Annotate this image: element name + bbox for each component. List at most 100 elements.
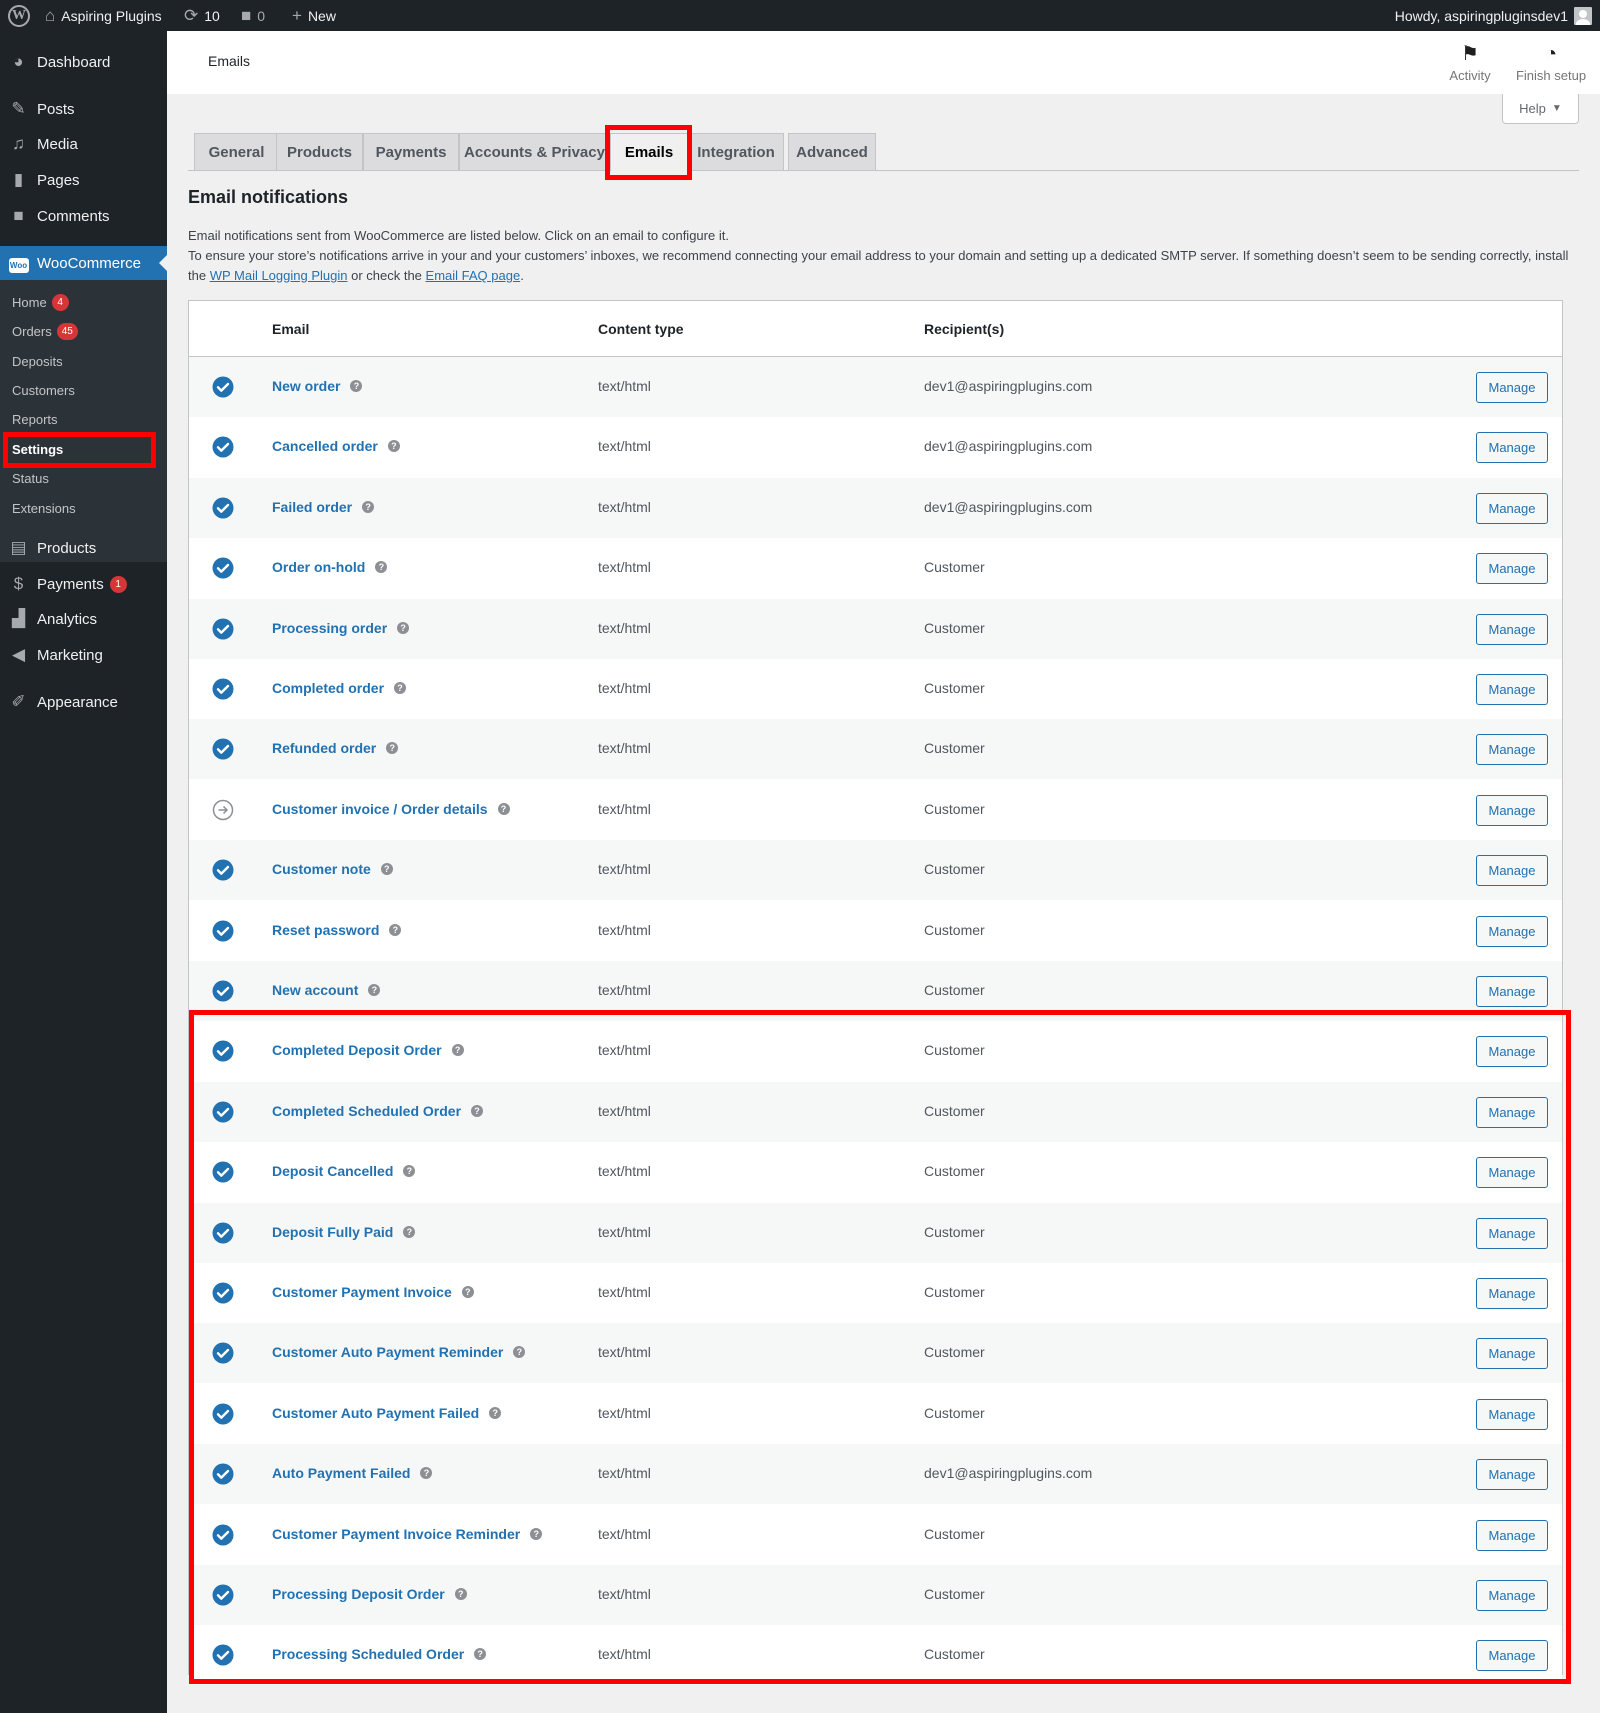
manage-button[interactable]: Manage (1476, 734, 1548, 766)
menu-posts[interactable]: ✎ Posts (0, 92, 167, 126)
tab-products[interactable]: Products (276, 133, 363, 171)
comments-link[interactable]: ■ 0 (241, 0, 265, 31)
submenu-settings[interactable]: Settings (12, 437, 63, 461)
email-name-link[interactable]: Processing order? (272, 620, 410, 636)
help-tip-icon[interactable]: ? (403, 1165, 416, 1178)
menu-analytics[interactable]: ▟ Analytics (0, 602, 167, 636)
manage-button[interactable]: Manage (1476, 674, 1548, 705)
help-tip-icon[interactable]: ? (513, 1346, 526, 1359)
help-tip-icon[interactable]: ? (489, 1406, 502, 1419)
manage-button[interactable]: Manage (1476, 1217, 1548, 1249)
email-name-link[interactable]: Order on-hold? (272, 559, 388, 575)
email-name-link[interactable]: Customer note? (272, 861, 393, 877)
menu-appearance[interactable]: ✐ Appearance (0, 685, 167, 719)
manage-button[interactable]: Manage (1476, 372, 1548, 403)
menu-marketing[interactable]: ◀ Marketing (0, 638, 167, 672)
submenu-deposits[interactable]: Deposits (12, 349, 63, 373)
help-tip-icon[interactable]: ? (368, 984, 381, 996)
email-name-link[interactable]: Deposit Fully Paid? (272, 1224, 416, 1240)
manage-button[interactable]: Manage (1476, 855, 1548, 887)
activity-button[interactable]: ⚑ Activity (1432, 39, 1508, 87)
manage-button[interactable]: Manage (1476, 976, 1548, 1007)
manage-button[interactable]: Manage (1476, 1519, 1548, 1551)
help-tip-icon[interactable]: ? (389, 923, 402, 936)
help-tip-icon[interactable]: ? (394, 682, 407, 694)
tab-emails[interactable]: Emails (610, 133, 688, 172)
email-name-link[interactable]: Completed Deposit Order? (272, 1042, 464, 1058)
finish-setup-button[interactable]: ◔ Finish setup (1513, 39, 1589, 87)
new-content-link[interactable]: + New (292, 0, 336, 31)
menu-comments[interactable]: ■ Comments (0, 199, 167, 233)
help-tip-icon[interactable]: ? (375, 561, 388, 574)
tab-payments[interactable]: Payments (363, 133, 459, 171)
help-tip-icon[interactable]: ? (497, 802, 510, 815)
help-tip-icon[interactable]: ? (451, 1044, 464, 1057)
email-name-link[interactable]: Completed Scheduled Order? (272, 1103, 484, 1119)
email-name-link[interactable]: Customer Payment Invoice Reminder? (272, 1526, 543, 1542)
manage-button[interactable]: Manage (1476, 1459, 1548, 1491)
help-tip-icon[interactable]: ? (386, 742, 399, 755)
manage-button[interactable]: Manage (1476, 1278, 1548, 1309)
my-account-link[interactable]: Howdy, aspiringpluginsdev1 (1395, 0, 1592, 31)
email-name-link[interactable]: Customer Payment Invoice? (272, 1284, 474, 1300)
submenu-reports[interactable]: Reports (12, 407, 58, 431)
email-name-link[interactable]: Customer invoice / Order details? (272, 801, 510, 817)
email-name-link[interactable]: Completed order? (272, 680, 407, 696)
email-name-link[interactable]: New order? (272, 378, 363, 394)
manage-button[interactable]: Manage (1476, 1580, 1548, 1611)
manage-button[interactable]: Manage (1476, 1640, 1548, 1672)
help-tip-icon[interactable]: ? (420, 1467, 433, 1480)
email-name-link[interactable]: Customer Auto Payment Failed? (272, 1405, 502, 1421)
manage-button[interactable]: Manage (1476, 613, 1548, 645)
help-tip-icon[interactable]: ? (474, 1648, 487, 1661)
manage-button[interactable]: Manage (1476, 1036, 1548, 1068)
wordpress-logo-icon[interactable]: W (8, 0, 30, 31)
site-name-link[interactable]: ⌂ Aspiring Plugins (45, 0, 162, 31)
updates-link[interactable]: ⟳ 10 (184, 0, 220, 31)
help-tip-icon[interactable]: ? (461, 1286, 474, 1298)
help-button[interactable]: Help ▼ (1502, 94, 1579, 124)
manage-button[interactable]: Manage (1476, 492, 1548, 524)
tab-integration[interactable]: Integration (688, 133, 784, 171)
tab-general[interactable]: General (194, 133, 279, 171)
manage-button[interactable]: Manage (1476, 1338, 1548, 1370)
menu-products[interactable]: ▤ Products (0, 531, 167, 565)
help-tip-icon[interactable]: ? (403, 1225, 416, 1238)
help-tip-icon[interactable]: ? (350, 380, 363, 392)
menu-dashboard[interactable]: ◕ Dashboard (0, 45, 167, 79)
help-tip-icon[interactable]: ? (530, 1527, 543, 1540)
menu-woocommerce[interactable]: Woo WooCommerce (0, 246, 167, 280)
submenu-orders[interactable]: Orders 45 (12, 319, 78, 343)
manage-button[interactable]: Manage (1476, 1157, 1548, 1189)
email-name-link[interactable]: Deposit Cancelled? (272, 1163, 416, 1179)
submenu-extensions[interactable]: Extensions (12, 496, 76, 520)
email-name-link[interactable]: Processing Deposit Order? (272, 1586, 467, 1602)
help-tip-icon[interactable]: ? (471, 1104, 484, 1117)
help-tip-icon[interactable]: ? (387, 440, 400, 453)
help-tip-icon[interactable]: ? (362, 500, 375, 513)
menu-pages[interactable]: ▮ Pages (0, 163, 167, 197)
manage-button[interactable]: Manage (1476, 553, 1548, 585)
manage-button[interactable]: Manage (1476, 915, 1548, 947)
email-name-link[interactable]: Customer Auto Payment Reminder? (272, 1344, 526, 1360)
submenu-home[interactable]: Home 4 (12, 290, 69, 314)
manage-button[interactable]: Manage (1476, 794, 1548, 826)
submenu-customers[interactable]: Customers (12, 378, 75, 402)
tab-accounts-privacy[interactable]: Accounts & Privacy (459, 133, 610, 171)
wp-mail-logging-link[interactable]: WP Mail Logging Plugin (210, 268, 348, 283)
menu-payments[interactable]: $ Payments 1 (0, 567, 167, 601)
email-name-link[interactable]: Refunded order? (272, 740, 399, 756)
manage-button[interactable]: Manage (1476, 1398, 1548, 1430)
menu-media[interactable]: ♫ Media (0, 127, 167, 161)
email-faq-link[interactable]: Email FAQ page (426, 268, 521, 283)
help-tip-icon[interactable]: ? (454, 1588, 467, 1600)
tab-advanced[interactable]: Advanced (788, 133, 876, 171)
email-name-link[interactable]: Auto Payment Failed? (272, 1465, 433, 1481)
email-name-link[interactable]: New account? (272, 982, 381, 998)
email-name-link[interactable]: Reset password? (272, 922, 402, 938)
help-tip-icon[interactable]: ? (380, 863, 393, 876)
help-tip-icon[interactable]: ? (397, 621, 410, 634)
submenu-status[interactable]: Status (12, 466, 49, 490)
manage-button[interactable]: Manage (1476, 432, 1548, 464)
email-name-link[interactable]: Cancelled order? (272, 438, 400, 454)
